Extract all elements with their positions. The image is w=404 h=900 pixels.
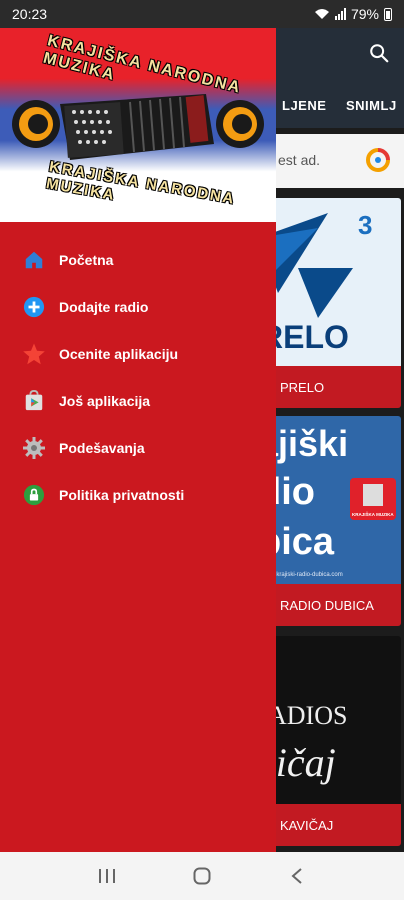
back-button[interactable] <box>282 861 312 891</box>
menu-item-label: Podešavanja <box>59 439 145 456</box>
menu-item-settings[interactable]: Podešavanja <box>0 424 276 471</box>
menu-item-more-apps[interactable]: Još aplikacija <box>0 377 276 424</box>
battery-percent: 79% <box>350 6 379 22</box>
navigation-drawer: KRAJIŠKA NARODNA MUZIKA KRAJIŠKA NARODNA… <box>0 28 276 852</box>
station-card[interactable]: ajiški dio bica KRAJIŠKA MUZIKA www.kraj… <box>258 416 401 626</box>
gear-icon <box>22 436 46 460</box>
station-name: PRELO <box>258 366 401 408</box>
add-circle-icon <box>22 295 46 319</box>
station-name: RADIO DUBICA <box>258 584 401 626</box>
station-card[interactable]: ADIOS vičaj KAVIČAJ <box>258 636 401 846</box>
status-bar: 20:23 79% <box>0 0 404 28</box>
drawer-header: KRAJIŠKA NARODNA MUZIKA KRAJIŠKA NARODNA… <box>0 28 276 222</box>
search-icon[interactable] <box>368 42 390 64</box>
ad-banner[interactable]: est ad. <box>258 134 404 188</box>
menu-item-rate-app[interactable]: Ocenite aplikaciju <box>0 330 276 377</box>
menu-item-privacy-policy[interactable]: Politika privatnosti <box>0 471 276 518</box>
home-button[interactable] <box>187 861 217 891</box>
status-time: 20:23 <box>12 6 48 22</box>
menu-item-label: Ocenite aplikaciju <box>59 345 179 362</box>
station-logo: ADIOS vičaj <box>258 636 401 804</box>
system-nav-bar <box>0 852 404 900</box>
station-badge-text: KRAJIŠKA MUZIKA <box>352 510 394 517</box>
menu-item-add-radio[interactable]: Dodajte radio <box>0 283 276 330</box>
menu-item-label: Još aplikacija <box>59 392 151 409</box>
battery-icon <box>384 7 392 21</box>
recent-apps-icon <box>99 869 116 883</box>
lock-icon <box>22 483 46 507</box>
home-circle-icon <box>193 867 211 885</box>
ad-text: est ad. <box>278 152 321 168</box>
station-card[interactable]: 3 RELO PRELO <box>258 198 401 408</box>
menu-item-label: Politika privatnosti <box>59 486 185 503</box>
ad-logo-icon <box>366 148 390 172</box>
home-icon <box>22 248 46 272</box>
station-logo-badge: 3 <box>358 210 372 240</box>
star-icon <box>22 342 46 366</box>
station-logo: ajiški dio bica KRAJIŠKA MUZIKA www.kraj… <box>258 416 401 584</box>
station-logo-line: ADIOS <box>268 701 347 730</box>
signal-icon <box>334 8 346 20</box>
status-icons: 79% <box>314 6 392 22</box>
station-logo: 3 RELO <box>258 198 401 366</box>
back-icon <box>291 868 302 884</box>
recent-apps-button[interactable] <box>92 861 122 891</box>
tab-recorded[interactable]: SNIMLJ <box>346 98 397 113</box>
wifi-icon <box>314 9 329 19</box>
menu-item-home[interactable]: Početna <box>0 236 276 283</box>
menu-item-label: Dodajte radio <box>59 298 149 315</box>
play-store-icon <box>22 389 46 413</box>
tab-saved[interactable]: LJENE <box>282 98 326 113</box>
station-name: KAVIČAJ <box>258 804 401 846</box>
drawer-menu: Početna Dodajte radio Ocenite aplikaciju <box>0 236 276 518</box>
menu-item-label: Početna <box>59 251 114 268</box>
